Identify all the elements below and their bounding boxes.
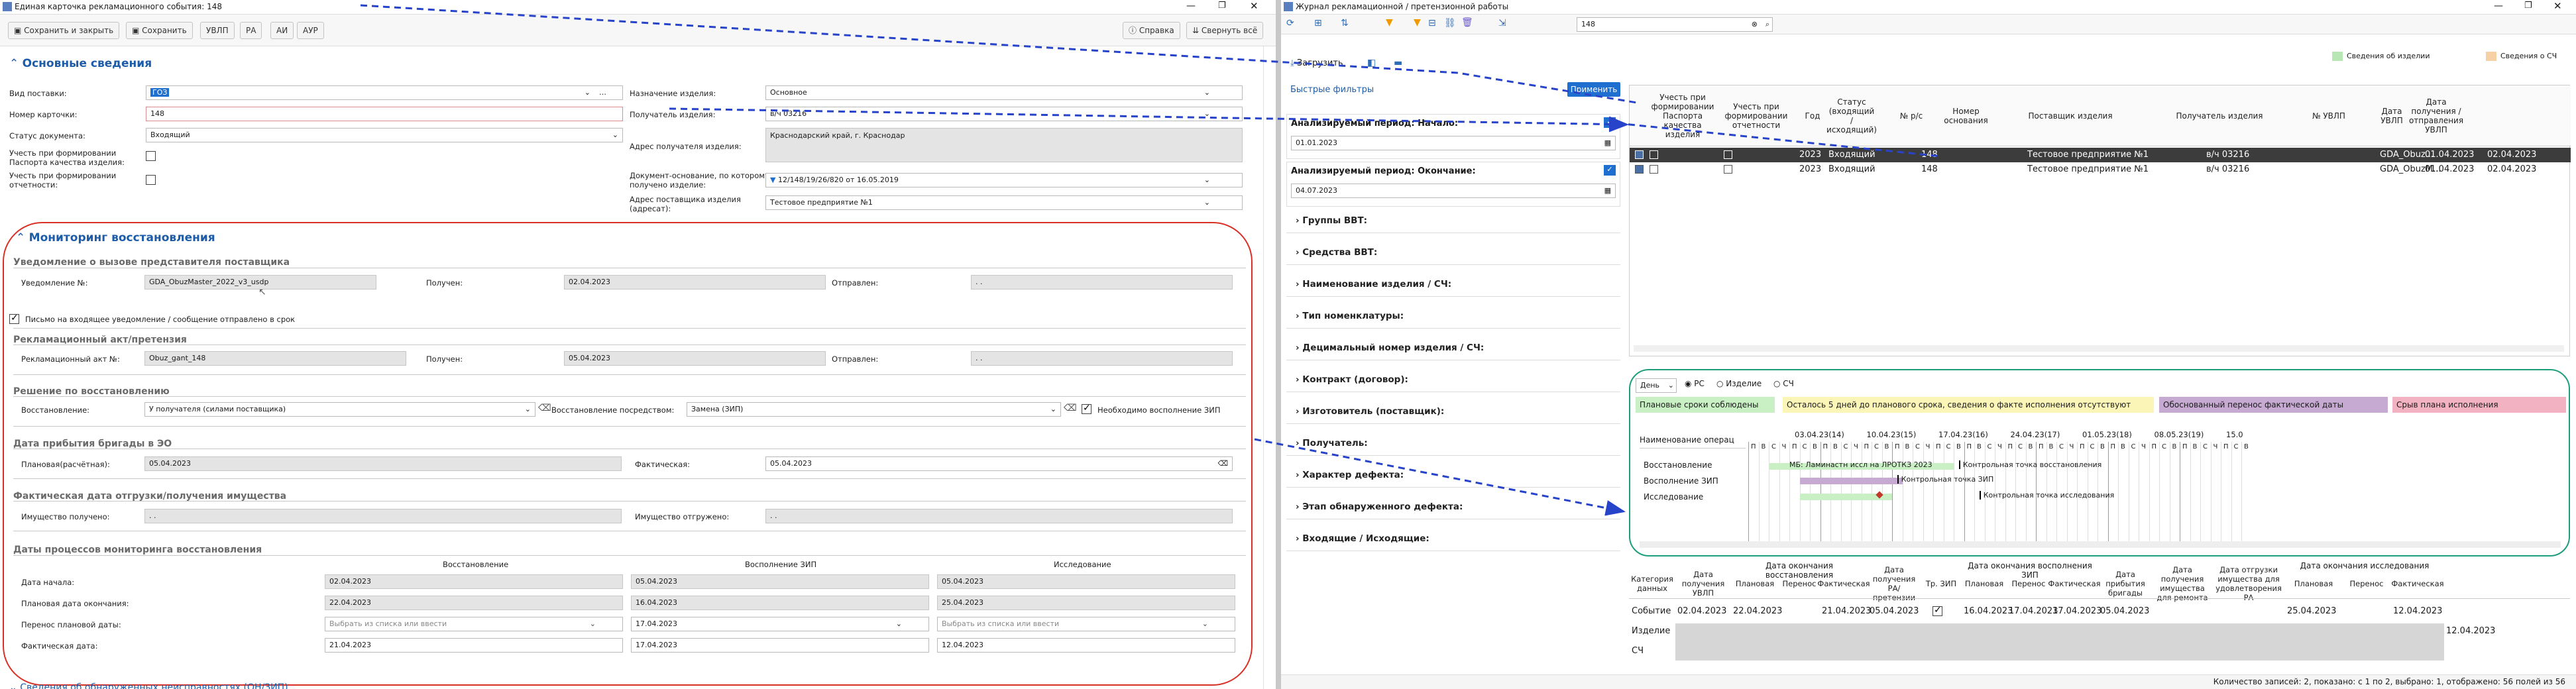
arrow-3 — [1616, 122, 1942, 158]
arrow-2 — [669, 107, 1629, 132]
arrow-4 — [1254, 438, 1626, 516]
arrow-1 — [360, 4, 1638, 104]
annotation-arrows — [360, 4, 1942, 516]
